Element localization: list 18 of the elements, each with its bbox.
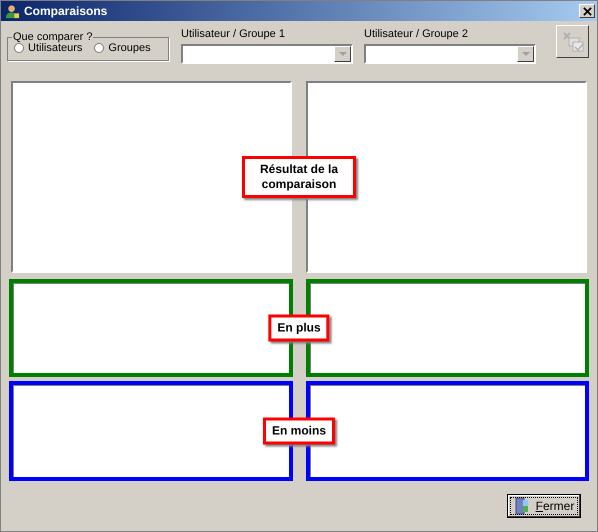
selector-label: Utilisateur / Groupe 2 [364, 27, 469, 42]
user-icon [5, 4, 20, 18]
radio-option[interactable]: Utilisateurs [14, 42, 82, 54]
door-icon [514, 497, 530, 515]
close-button[interactable]: Fermer [507, 494, 581, 518]
radio-option[interactable]: Groupes [94, 42, 151, 54]
callout-label: Résultat de la comparaison [242, 156, 356, 198]
compare-documents-icon [560, 30, 584, 54]
selector-label: Utilisateur / Groupe 1 [181, 27, 286, 42]
dropdown-arrow-icon [338, 52, 346, 56]
window-title: Comparaisons [24, 4, 108, 18]
callout-label: En plus [268, 314, 330, 342]
group-legend: Que comparer ? [12, 31, 94, 43]
dropdown-arrow-icon [522, 52, 530, 56]
dropdown-field[interactable] [181, 44, 353, 64]
close-icon[interactable] [579, 4, 595, 18]
callout-label: En moins [263, 418, 335, 444]
dropdown-field[interactable] [364, 44, 536, 64]
